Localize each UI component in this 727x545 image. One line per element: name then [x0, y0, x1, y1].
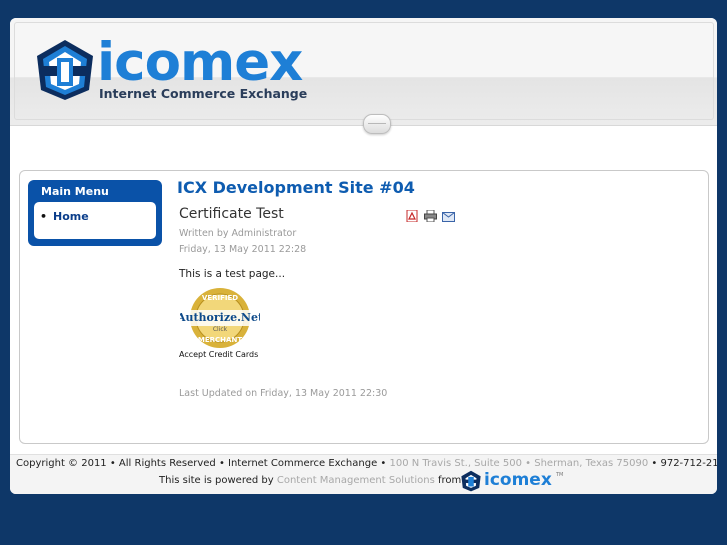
footer-powered-prefix: This site is powered by: [159, 475, 277, 486]
article-author: Written by Administrator: [179, 228, 297, 239]
menu-item-home[interactable]: • Home: [40, 210, 89, 223]
last-updated: Last Updated on Friday, 13 May 2011 22:3…: [179, 388, 388, 399]
print-icon[interactable]: [424, 207, 437, 226]
header-panel: icomex Internet Commerce Exchange: [14, 22, 714, 120]
footer-cms-link[interactable]: Content Management Solutions: [277, 475, 435, 486]
footer-logo-tm: TM: [556, 472, 564, 478]
logo-wordmark: icomex: [97, 32, 303, 93]
seal-bottom-text: MERCHANT: [198, 336, 242, 344]
footer-phone: • 972-712-2100: [651, 458, 717, 469]
pdf-icon[interactable]: [406, 207, 418, 226]
menu-list: • Home: [34, 202, 156, 239]
seal-caption: Accept Credit Cards: [179, 350, 259, 359]
footer-logo-word: icomex: [484, 470, 552, 490]
logo-emblem-icon: [37, 40, 93, 100]
footer-address: 100 N Travis St., Suite 500 • Sherman, T…: [389, 458, 649, 469]
footer-logo[interactable]: icomex TM: [460, 470, 570, 492]
seal-brand-text: Authorize.Net: [180, 311, 260, 324]
email-icon[interactable]: [442, 207, 455, 226]
article-body: This is a test page...: [179, 268, 286, 280]
bullet-icon: •: [40, 210, 48, 223]
footer-powered-from: from: [434, 475, 462, 486]
site-footer: Copyright © 2011 • All Rights Reserved •…: [10, 454, 717, 494]
site-header: icomex Internet Commerce Exchange: [10, 18, 717, 126]
seal-click-text: Click: [213, 326, 228, 333]
site-title[interactable]: ICX Development Site #04: [177, 178, 415, 197]
page-container: icomex Internet Commerce Exchange Main M…: [10, 18, 717, 494]
collapse-toggle-button[interactable]: [363, 114, 391, 134]
seal-top-text: VERIFIED: [202, 294, 238, 302]
footer-logo-emblem-icon: [461, 470, 481, 492]
main-content-box: Main Menu • Home ICX Development Site #04…: [19, 170, 709, 444]
article-title: Certificate Test: [179, 206, 284, 222]
menu-item-label: Home: [53, 210, 89, 223]
main-menu: Main Menu • Home: [28, 180, 162, 246]
site-logo[interactable]: icomex Internet Commerce Exchange: [33, 32, 307, 108]
footer-line-1: Copyright © 2011 • All Rights Reserved •…: [16, 458, 717, 469]
logo-tagline: Internet Commerce Exchange: [99, 86, 308, 101]
article-date: Friday, 13 May 2011 22:28: [179, 244, 307, 255]
footer-line-2: This site is powered by Content Manageme…: [159, 475, 461, 486]
authorize-net-seal-icon: VERIFIED Authorize.Net Click MERCHANT: [176, 288, 264, 348]
verified-merchant-seal[interactable]: VERIFIED Authorize.Net Click MERCHANT: [176, 286, 264, 352]
footer-copyright: Copyright © 2011 • All Rights Reserved •…: [16, 458, 390, 469]
menu-title: Main Menu: [41, 185, 109, 198]
